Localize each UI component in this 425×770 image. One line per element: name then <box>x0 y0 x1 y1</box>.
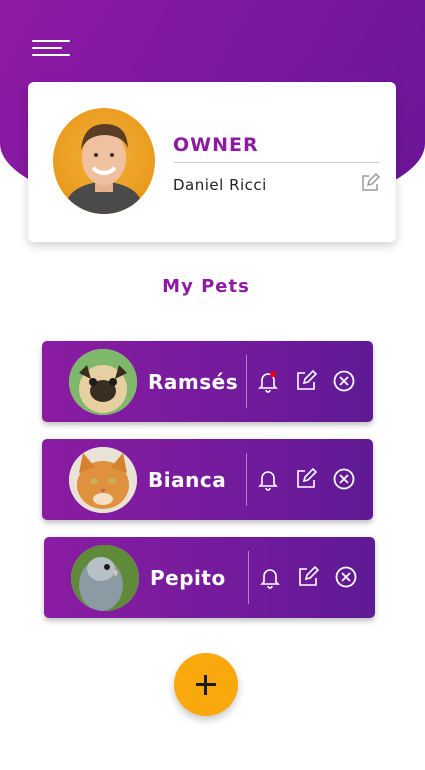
edit-icon[interactable] <box>296 565 320 589</box>
menu-line <box>32 47 62 49</box>
pet-avatar <box>69 447 137 513</box>
pet-name: Bianca <box>148 468 227 492</box>
close-circle-icon[interactable] <box>334 565 358 589</box>
pet-name: Pepito <box>150 566 226 590</box>
menu-icon[interactable] <box>32 38 72 62</box>
pet-avatar <box>71 545 139 611</box>
edit-icon[interactable] <box>294 369 318 393</box>
pet-name: Ramsés <box>148 370 239 394</box>
pet-card[interactable]: Bianca <box>42 439 373 520</box>
menu-line <box>32 54 70 56</box>
owner-name: Daniel Ricci <box>173 176 267 194</box>
bell-icon[interactable] <box>256 467 280 491</box>
bell-icon[interactable] <box>256 369 280 393</box>
divider <box>246 453 247 506</box>
close-circle-icon[interactable] <box>332 467 356 491</box>
add-pet-button[interactable] <box>174 653 238 716</box>
pet-card[interactable]: Pepito <box>44 537 375 618</box>
owner-card: OWNER Daniel Ricci <box>28 82 396 242</box>
pet-avatar <box>69 349 137 415</box>
pet-card[interactable]: Ramsés <box>42 341 373 422</box>
owner-role-label: OWNER <box>173 134 259 156</box>
menu-line <box>32 40 70 42</box>
edit-icon[interactable] <box>360 172 381 193</box>
bell-icon[interactable] <box>258 565 282 589</box>
close-circle-icon[interactable] <box>332 369 356 393</box>
owner-avatar <box>53 108 155 214</box>
divider <box>174 162 380 163</box>
section-title: My Pets <box>162 276 250 297</box>
edit-icon[interactable] <box>294 467 318 491</box>
divider <box>248 551 249 604</box>
divider <box>246 355 247 408</box>
plus-icon <box>204 675 207 695</box>
